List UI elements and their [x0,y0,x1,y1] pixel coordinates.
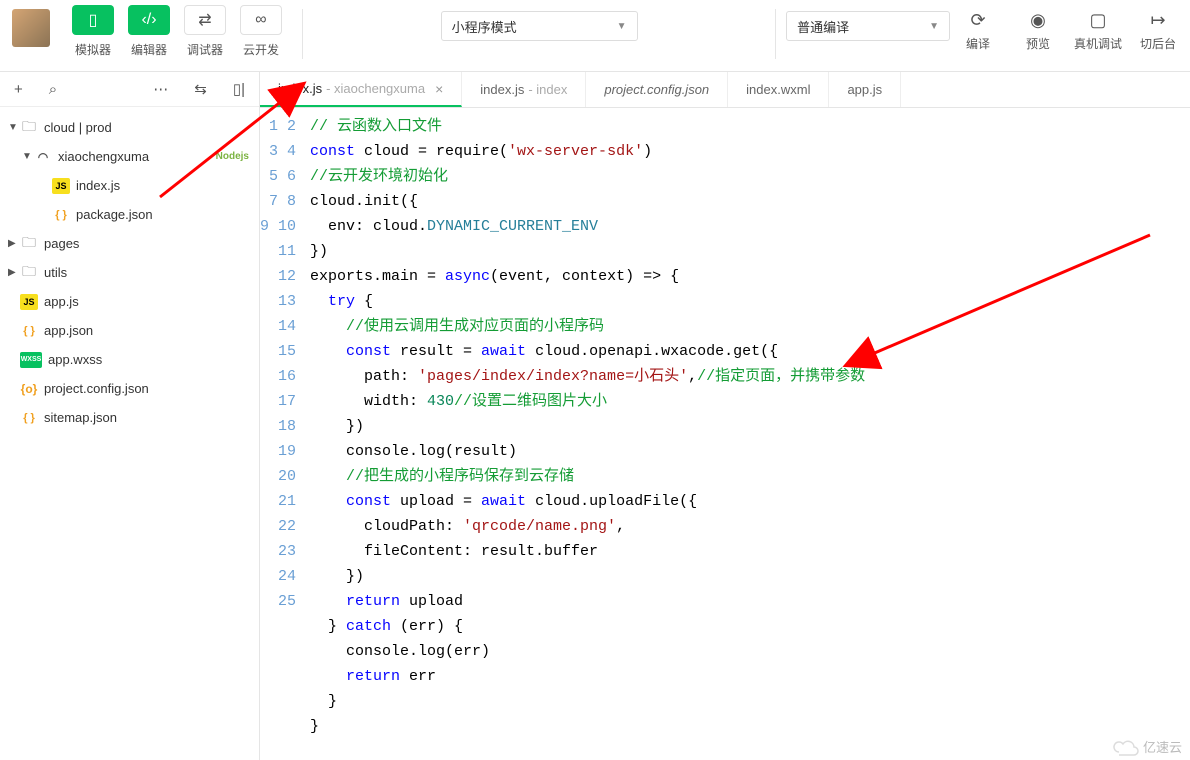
add-icon[interactable]: + [14,81,23,98]
compile-button[interactable]: ⟳编译 [950,5,1006,52]
code-content[interactable]: // 云函数入口文件 const cloud = require('wx-ser… [310,114,1190,739]
more-icon[interactable]: ⋯ [153,80,168,98]
tab-index-js-index[interactable]: index.js- index [462,72,586,107]
tree-folder-cloud[interactable]: ▼cloud | prod [0,113,259,142]
json-icon: { } [20,323,38,339]
tree-file-app-js[interactable]: JSapp.js [0,287,259,316]
eye-icon: ◉ [1010,5,1066,35]
search-icon[interactable]: ⌕ [49,81,57,98]
nodejs-badge: Nodejs [216,151,249,162]
code-icon: ‹/› [128,5,170,35]
line-gutter: 1 2 3 4 5 6 7 8 9 10 11 12 13 14 15 16 1… [260,114,310,739]
cloud-icon: ∞ [240,5,282,35]
debugger-button[interactable]: ⇄ 调试器 [180,5,230,58]
tree-file-project-config[interactable]: {o}project.config.json [0,374,259,403]
mode-select[interactable]: 小程序模式▼ [441,11,638,41]
js-icon: JS [20,294,38,310]
config-icon: {o} [20,381,38,397]
top-toolbar: ▯ 模拟器 ‹/› 编辑器 ⇄ 调试器 ∞ 云开发 小程序模式▼ 普通编译▼ ⟳… [0,0,1190,72]
tab-index-wxml[interactable]: index.wxml [728,72,829,107]
tree-folder-utils[interactable]: ▶utils [0,258,259,287]
tree-file-app-json[interactable]: { }app.json [0,316,259,345]
split-icon[interactable]: ▯| [233,80,245,98]
chevron-down-icon: ▼ [617,21,627,32]
phone-debug-icon: ▢ [1070,5,1126,35]
switch-bg-button[interactable]: ↦切后台 [1130,5,1186,52]
tree-folder-pages[interactable]: ▶pages [0,229,259,258]
editor-tabs: index.js- xiaochengxuma× index.js- index… [260,72,1190,108]
folder-icon [20,120,38,136]
tab-index-js-xiaochengxuma[interactable]: index.js- xiaochengxuma× [260,72,462,107]
remote-debug-button[interactable]: ▢真机调试 [1070,5,1126,52]
tab-app-js[interactable]: app.js [829,72,901,107]
close-icon[interactable]: × [435,81,443,97]
settings-icon: ⇄ [184,5,226,35]
tree-file-index-js[interactable]: JSindex.js [0,171,259,200]
sidebar-toolbar: + ⌕ ⋯ ⇆ ▯| [0,72,259,107]
tree-file-app-wxss[interactable]: WXSSapp.wxss [0,345,259,374]
tree-folder-xiaochengxuma[interactable]: ▼xiaochengxumaNodejs [0,142,259,171]
collapse-icon[interactable]: ⇆ [194,80,207,98]
switch-icon: ↦ [1130,5,1186,35]
code-editor[interactable]: 1 2 3 4 5 6 7 8 9 10 11 12 13 14 15 16 1… [260,108,1190,739]
tree-file-package-json[interactable]: { }package.json [0,200,259,229]
cloud-dev-button[interactable]: ∞ 云开发 [236,5,286,58]
watermark: 亿速云 [1111,737,1182,756]
tree-file-sitemap[interactable]: { }sitemap.json [0,403,259,432]
avatar[interactable] [12,9,50,47]
editor-area: index.js- xiaochengxuma× index.js- index… [260,72,1190,760]
chevron-down-icon: ▼ [929,21,939,32]
cloud-folder-icon [34,149,52,165]
preview-button[interactable]: ◉预览 [1010,5,1066,52]
folder-icon [20,236,38,252]
folder-icon [20,265,38,281]
wxss-icon: WXSS [20,352,42,368]
file-explorer: + ⌕ ⋯ ⇆ ▯| ▼cloud | prod ▼xiaochengxumaN… [0,72,260,760]
js-icon: JS [52,178,70,194]
simulator-button[interactable]: ▯ 模拟器 [68,5,118,58]
refresh-icon: ⟳ [950,5,1006,35]
phone-icon: ▯ [72,5,114,35]
json-icon: { } [20,410,38,426]
tab-project-config[interactable]: project.config.json [586,72,728,107]
json-icon: { } [52,207,70,223]
editor-button[interactable]: ‹/› 编辑器 [124,5,174,58]
compile-select[interactable]: 普通编译▼ [786,11,950,41]
